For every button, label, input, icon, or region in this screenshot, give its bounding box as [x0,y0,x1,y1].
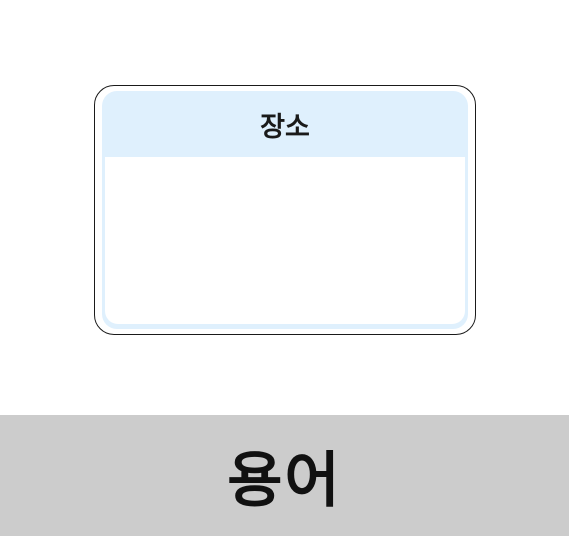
place-card: 장소 [94,85,476,335]
place-card-body [105,157,465,324]
term-label: 용어 [227,446,342,516]
place-card-header: 장소 [260,111,310,143]
place-card-frame: 장소 [102,91,468,329]
page: 장소 용어 [0,0,569,536]
term-footer-bar: 용어 [0,415,569,536]
